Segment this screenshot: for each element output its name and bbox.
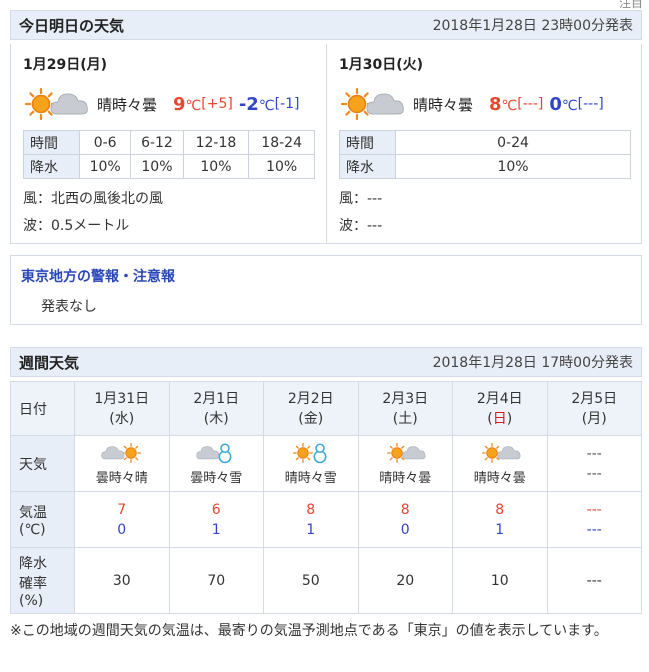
low-temp: -2℃ (238, 93, 275, 115)
weekly-temp-cell: --- --- (546, 491, 642, 548)
weekly-date-cell: 2月3日 (土) (357, 381, 453, 436)
weather-text: 晴時々曇 (97, 95, 158, 114)
weather-row: 晴時々曇 9℃ [+5] -2℃ [-1] (21, 84, 299, 124)
wind-info: 風：北西の風後北の風 (23, 191, 163, 207)
weekly-pop-cell: 20 (357, 547, 453, 614)
weekly-temp-row: 気温 (℃) 70 61 81 80 81 --- --- (10, 491, 642, 548)
weekly-table: 日付 1月31日 (水) 2月1日 (木) 2月2日 (金) 2月3日 (土) 2月4日… (10, 381, 642, 614)
saturday-label: 土 (398, 410, 413, 427)
high-temp: 9℃ (173, 93, 202, 115)
today-tomorrow-header: 今日明日の天気 2018年1月28日 23時00分発表 (10, 10, 642, 40)
weekly-note: ※この地域の週間天気の気温は、最寄りの気温予測地点である「東京」の値を表示してい… (10, 623, 608, 639)
day-forecast-1: 1月29日(月) 晴時々曇 9℃ [+5] -2℃ [-1] 時間 0-6 6-12… (11, 44, 326, 243)
weekly-temp-cell: 61 (168, 491, 264, 548)
rain-value: 10% (130, 154, 184, 179)
precip-table: 時間 0-6 6-12 12-18 18-24 降水 10% 10% 10% 1… (23, 130, 315, 179)
weekly-pop-cell: 10 (452, 547, 548, 614)
warnings-title-link[interactable]: 東京地方の警報・注意報 (21, 266, 631, 286)
wave-info: 波：--- (339, 218, 383, 234)
date-label: 日付 (10, 381, 75, 436)
weekly-pop-cell: 50 (263, 547, 359, 614)
warnings-status: 発表なし (41, 299, 97, 315)
low-temp-diff: [---] (577, 96, 604, 112)
weekly-weather-row: 天気 曇時々晴 曇時々雪 晴時々雪 晴時々曇 晴時々曇 --- --- (10, 435, 642, 492)
temp-label: 気温 (℃) (10, 491, 75, 548)
warnings-panel: 東京地方の警報・注意報 発表なし (10, 255, 642, 325)
sun-and-cloud-icon (24, 87, 88, 121)
sun-and-snow-icon (292, 443, 327, 464)
weekly-pop-row: 降水 確率 (%) 30 70 50 20 10 --- (10, 547, 642, 614)
day-forecast-2: 1月30日(火) 晴時々曇 8℃ [---] 0℃ [---] 時間 0-24 降水… (326, 44, 641, 243)
time-label: 時間 (23, 130, 80, 155)
day-date: 1月29日(月) (23, 57, 108, 73)
rain-value: 10% (395, 154, 631, 179)
rain-label: 降水 (23, 154, 80, 179)
rain-label: 降水 (339, 154, 396, 179)
time-label: 時間 (339, 130, 396, 155)
weekly-title: 週間天気 (19, 353, 80, 372)
high-temp-diff: [---] (517, 96, 544, 112)
weekly-date-cell: 2月4日 (日) (452, 381, 548, 436)
weekly-weather-cell: 晴時々曇 (357, 435, 453, 492)
rain-value: 10% (78, 154, 132, 179)
wave-info: 波：0.5メートル (23, 218, 130, 234)
weekly-weather-cell: 晴時々曇 (452, 435, 548, 492)
sun-and-cloud-icon (481, 443, 521, 463)
low-temp: 0℃ (549, 93, 578, 115)
cloud-and-snow-icon (196, 443, 232, 464)
cloud-and-sun-icon (101, 443, 141, 463)
day-date: 1月30日(火) (339, 57, 424, 73)
rain-value: 10% (182, 154, 250, 179)
weekly-weather-cell: 曇時々晴 (74, 435, 170, 492)
weekly-pop-cell: 30 (74, 547, 170, 614)
rain-value: 10% (248, 154, 315, 179)
weekly-date-cell: 2月2日 (金) (263, 381, 359, 436)
sunday-label: 日 (492, 410, 507, 427)
weather-text: 晴時々曇 (413, 95, 474, 114)
weekly-weather-cell: --- --- (546, 435, 642, 492)
today-tomorrow-panel: 1月29日(月) 晴時々曇 9℃ [+5] -2℃ [-1] 時間 0-6 6-12… (10, 44, 642, 244)
time-slot: 6-12 (130, 130, 184, 155)
weekly-temp-cell: 81 (452, 491, 548, 548)
weather-label: 天気 (10, 435, 75, 492)
wind-info: 風：--- (339, 191, 383, 207)
precip-table: 時間 0-24 降水 10% (339, 130, 631, 179)
today-issued-time: 2018年1月28日 23時00分発表 (432, 18, 633, 34)
weekly-header: 週間天気 2018年1月28日 17時00分発表 (10, 347, 642, 377)
weekly-temp-cell: 70 (74, 491, 170, 548)
weekly-pop-cell: 70 (168, 547, 264, 614)
time-slot: 12-18 (182, 130, 250, 155)
weekly-date-cell: 1月31日 (水) (74, 381, 170, 436)
sun-and-cloud-icon (340, 87, 404, 121)
weekly-issued-time: 2018年1月28日 17時00分発表 (432, 355, 633, 371)
weekly-temp-cell: 80 (357, 491, 453, 548)
weekly-date-cell: 2月1日 (木) (168, 381, 264, 436)
today-tomorrow-title: 今日明日の天気 (19, 16, 125, 35)
low-temp-diff: [-1] (274, 96, 300, 112)
weekly-weather-cell: 曇時々雪 (168, 435, 264, 492)
weather-row: 晴時々曇 8℃ [---] 0℃ [---] (337, 84, 604, 124)
weekly-temp-cell: 81 (263, 491, 359, 548)
time-slot: 0-24 (395, 130, 631, 155)
time-slot: 0-6 (78, 130, 132, 155)
pop-label: 降水 確率 (%) (10, 547, 75, 614)
weekly-date-cell: 2月5日 (月) (546, 381, 642, 436)
sun-and-cloud-icon (387, 443, 426, 463)
time-slot: 18-24 (248, 130, 315, 155)
weekly-pop-cell: --- (546, 547, 642, 614)
high-temp-diff: [+5] (201, 96, 233, 112)
weekly-date-row: 日付 1月31日 (水) 2月1日 (木) 2月2日 (金) 2月3日 (土) 2月4日… (10, 381, 642, 436)
high-temp: 8℃ (489, 93, 518, 115)
weekly-weather-cell: 晴時々雪 (263, 435, 359, 492)
